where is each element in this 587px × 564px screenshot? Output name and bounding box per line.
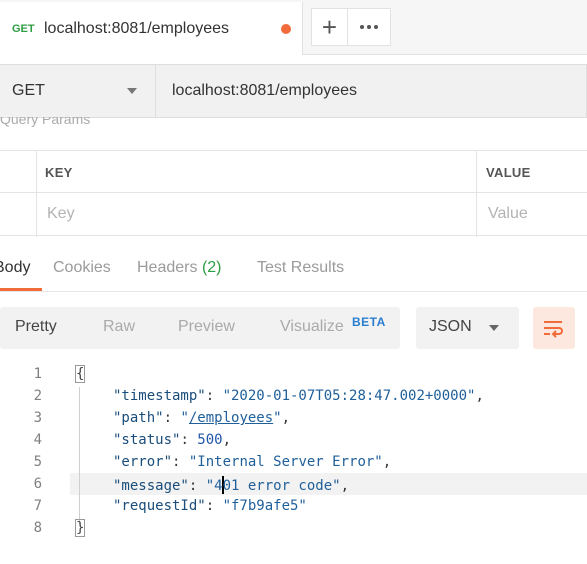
code-line: { [74,365,86,383]
open-brace: { [74,365,86,383]
params-section-title-clip: Query Params [0,117,130,135]
json-key: "timestamp" [113,388,206,404]
request-bar: GET localhost:8081/employees [0,64,587,118]
tab-cookies[interactable]: Cookies [53,259,111,277]
tab-title: localhost:8081/employees [44,20,230,37]
format-value: JSON [429,318,472,335]
new-tab-button[interactable]: + [311,8,347,46]
code-line: } [74,519,86,537]
tab-headers[interactable]: Headers (2) [137,259,222,277]
plus-icon: + [321,12,338,42]
close-brace: } [74,519,86,537]
value-column-header: VALUE [486,165,531,180]
pretty-button[interactable]: Pretty [15,318,57,336]
view-mode-toolbar: Pretty Raw Preview Visualize BETA [0,307,400,349]
line-number: 1 [33,366,42,382]
active-tab-indicator [0,288,42,291]
key-input[interactable]: Key [47,205,75,223]
wrap-lines-button[interactable] [533,307,575,349]
json-string: "2020-01-07T05:28:47.002+0000" [222,388,476,404]
chevron-down-icon [127,88,137,94]
column-divider [36,151,37,237]
json-string: "Internal Server Error" [188,454,383,470]
code-line: "timestamp": "2020-01-07T05:28:47.002+00… [113,388,484,404]
line-number: 3 [33,410,42,426]
method-value: GET [12,82,45,99]
json-key: "message" [113,478,189,494]
line-number: 7 [33,498,42,514]
code-line: "requestId": "f7b9afe5" [113,498,307,514]
request-tab[interactable]: GET localhost:8081/employees [0,2,303,55]
chevron-down-icon [489,325,499,331]
wrap-lines-icon [544,321,563,338]
key-column-header: KEY [45,165,73,180]
tab-headers-label: Headers [137,259,198,276]
line-number: 2 [33,388,42,404]
method-select[interactable]: GET [0,65,156,117]
column-divider [476,151,477,237]
tab-test-results[interactable]: Test Results [257,259,344,277]
code-line: "error": "Internal Server Error", [113,454,392,470]
line-number: 4 [33,432,42,448]
code-line: "status": 500, [113,432,232,448]
headers-count-badge: (2) [201,259,222,276]
json-key: "path" [113,410,164,426]
line-number: 6 [33,476,42,492]
indent-guide [79,387,80,525]
code-line: "path": "/employees", [113,410,291,426]
unsaved-dot-icon [281,24,291,34]
json-string: "f7b9afe5" [222,498,307,514]
path-link[interactable]: /employees [189,410,273,426]
tab-options-button[interactable] [347,8,391,46]
params-table: KEY VALUE Key Value [0,150,587,237]
json-string: 01 error code" [222,478,341,494]
params-section-title: Query Params [0,117,91,127]
json-string: "4 [205,478,223,494]
json-key: "requestId" [113,498,206,514]
json-number: 500 [197,432,223,448]
preview-button[interactable]: Preview [178,318,235,336]
response-tabs: Body Cookies Headers (2) Test Results [0,248,587,292]
json-key: "status" [113,432,181,448]
visualize-button[interactable]: Visualize [280,318,344,336]
json-string-quote: " [180,410,189,426]
tab-bar: GET localhost:8081/employees + [0,0,587,55]
format-select[interactable]: JSON [416,307,519,349]
code-line: "message": "401 error code", [113,476,350,494]
json-key: "error" [113,454,173,470]
url-input[interactable]: localhost:8081/employees [172,82,357,100]
value-input[interactable]: Value [488,205,528,223]
json-string-quote: " [273,410,282,426]
more-horizontal-icon [360,25,378,29]
beta-badge: BETA [352,315,386,329]
tab-method-label: GET [12,23,35,35]
line-number: 5 [33,454,42,470]
tab-body[interactable]: Body [0,259,30,277]
raw-button[interactable]: Raw [103,318,135,336]
response-body-editor[interactable]: 1 2 3 4 5 6 7 8 { "timestamp": "2020-01-… [0,363,587,543]
line-number: 8 [33,520,42,536]
